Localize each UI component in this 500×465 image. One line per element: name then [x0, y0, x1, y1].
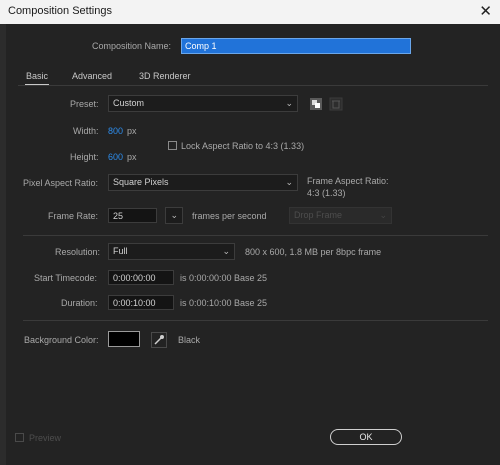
resolution-info: 800 x 600, 1.8 MB per 8bpc frame	[245, 247, 382, 257]
section-divider	[23, 235, 488, 236]
chevron-down-icon: ⌄	[379, 210, 387, 220]
chevron-down-icon: ⌄	[285, 177, 293, 187]
frame-rate-label: Frame Rate:	[48, 211, 99, 221]
duration-info: is 0:00:10:00 Base 25	[180, 298, 268, 308]
resolution-label: Resolution:	[55, 247, 101, 257]
preview-label: Preview	[29, 433, 62, 443]
width-label: Width:	[73, 126, 99, 136]
preset-dropdown[interactable]: Custom ⌄	[108, 95, 298, 112]
ok-button[interactable]: OK	[330, 429, 402, 445]
resolution-value: Full	[113, 246, 128, 256]
pixel-aspect-dropdown[interactable]: Square Pixels ⌄	[108, 174, 298, 191]
chevron-down-icon: ⌄	[222, 246, 230, 256]
window-left-edge	[0, 24, 6, 465]
tab-3d-renderer[interactable]: 3D Renderer	[139, 71, 191, 81]
chevron-down-icon: ⌄	[285, 98, 293, 108]
background-color-label: Background Color:	[24, 335, 99, 345]
start-timecode-input[interactable]: 0:00:00:00	[108, 270, 174, 285]
resolution-dropdown[interactable]: Full ⌄	[108, 243, 235, 260]
duration-label: Duration:	[61, 298, 98, 308]
frame-rate-unit: frames per second	[192, 211, 267, 221]
window-title: Composition Settings	[8, 5, 112, 17]
duration-input[interactable]: 0:00:10:00	[108, 295, 174, 310]
duration-value: 0:00:10:00	[113, 298, 156, 308]
eyedropper-icon[interactable]	[151, 332, 167, 348]
frame-aspect-label: Frame Aspect Ratio:	[307, 176, 389, 186]
frame-rate-value: 25	[113, 211, 124, 221]
background-color-name: Black	[178, 335, 201, 345]
preset-label: Preset:	[70, 99, 99, 109]
preset-value: Custom	[113, 98, 145, 108]
comp-name-label: Composition Name:	[92, 41, 172, 51]
trash-icon[interactable]	[329, 97, 343, 111]
background-color-swatch[interactable]	[108, 331, 140, 347]
start-timecode-label: Start Timecode:	[34, 273, 98, 283]
height-unit: px	[127, 152, 137, 162]
lock-aspect-checkbox[interactable]	[168, 141, 177, 150]
tab-basic[interactable]: Basic	[26, 71, 48, 81]
comp-name-input[interactable]: Comp 1	[181, 38, 411, 54]
pixel-aspect-value: Square Pixels	[113, 177, 169, 187]
pixel-aspect-label: Pixel Aspect Ratio:	[23, 178, 99, 188]
lock-aspect-label: Lock Aspect Ratio to 4:3 (1.33)	[181, 141, 305, 151]
start-timecode-info: is 0:00:00:00 Base 25	[180, 273, 268, 283]
preview-checkbox[interactable]	[15, 433, 24, 442]
frame-rate-dropdown[interactable]: ⌄	[165, 207, 183, 224]
width-value[interactable]: 800	[108, 126, 123, 136]
comp-name-value: Comp 1	[185, 41, 217, 51]
height-label: Height:	[70, 152, 99, 162]
frame-rate-input[interactable]: 25	[108, 208, 157, 223]
chevron-down-icon: ⌄	[170, 210, 178, 220]
section-divider	[23, 320, 488, 321]
width-unit: px	[127, 126, 137, 136]
tab-divider	[18, 85, 488, 86]
frame-aspect-value: 4:3 (1.33)	[307, 188, 346, 198]
height-value[interactable]: 600	[108, 152, 123, 162]
close-icon[interactable]: ✕	[479, 2, 492, 20]
tab-advanced[interactable]: Advanced	[72, 71, 112, 81]
save-preset-icon[interactable]	[309, 97, 323, 111]
start-timecode-value: 0:00:00:00	[113, 273, 156, 283]
drop-frame-dropdown: Drop Frame ⌄	[289, 207, 392, 224]
drop-frame-value: Drop Frame	[294, 210, 343, 220]
